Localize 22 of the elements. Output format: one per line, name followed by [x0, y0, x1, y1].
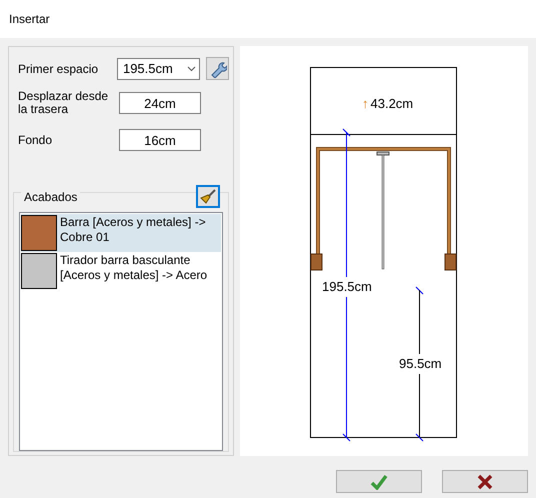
- field-label: Primer espacio: [18, 60, 100, 78]
- cancel-button[interactable]: [442, 470, 528, 493]
- ok-button[interactable]: [336, 470, 422, 493]
- wrench-button[interactable]: [206, 57, 229, 80]
- finish-name: Tirador barra basculante [Aceros y metales] -> Acero: [60, 252, 208, 284]
- spacing-dropdown[interactable]: 195.5cm: [116, 58, 200, 80]
- brush-button[interactable]: [196, 185, 220, 208]
- window-title: Insertar: [9, 11, 50, 28]
- dimension-label: 195.5cm: [322, 277, 372, 296]
- close-icon: [477, 474, 493, 490]
- checkmark-icon: [370, 474, 388, 490]
- height-label: ↑43.2cm: [362, 95, 414, 113]
- paintbrush-icon: [200, 188, 216, 204]
- finish-item[interactable]: Barra [Aceros y metales] -> Cobre 01: [21, 214, 221, 252]
- wrench-icon: [208, 60, 227, 78]
- field-label: Desplazar desde la trasera: [18, 90, 110, 116]
- depth-input[interactable]: 16cm: [119, 129, 201, 151]
- finish-name: Barra [Aceros y metales] -> Cobre 01: [60, 214, 207, 246]
- field-label: Fondo: [18, 132, 54, 149]
- chevron-down-icon: [187, 66, 196, 72]
- dimension-label: 95.5cm: [399, 354, 442, 374]
- offset-input[interactable]: 24cm: [119, 92, 201, 114]
